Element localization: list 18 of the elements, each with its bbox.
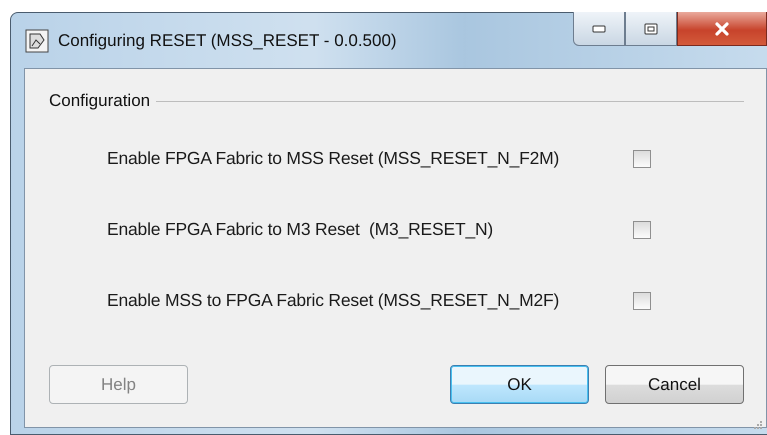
maximize-button[interactable] <box>625 12 677 46</box>
minimize-button[interactable] <box>573 12 625 46</box>
close-icon <box>714 22 730 36</box>
window-title: Configuring RESET (MSS_RESET - 0.0.500) <box>58 30 397 50</box>
maximize-icon <box>644 22 658 34</box>
group-label: Configuration <box>49 91 150 111</box>
ok-button[interactable]: OK <box>450 365 589 404</box>
minimize-icon <box>592 24 606 32</box>
checkbox[interactable] <box>633 150 651 168</box>
window-icon <box>24 28 50 54</box>
close-button[interactable] <box>677 12 767 46</box>
resize-grip-icon[interactable] <box>753 420 763 430</box>
option-label: Enable FPGA Fabric to MSS Reset (MSS_RESET_N_F2M) <box>107 148 560 169</box>
option-label: Enable FPGA Fabric to M3 Reset (M3_RESET_N) <box>107 219 494 240</box>
option-label: Enable MSS to FPGA Fabric Reset (MSS_RESET_N_M2F) <box>107 290 560 311</box>
checkbox[interactable] <box>633 220 651 238</box>
checkbox[interactable] <box>633 292 651 310</box>
cancel-button[interactable]: Cancel <box>605 365 744 404</box>
